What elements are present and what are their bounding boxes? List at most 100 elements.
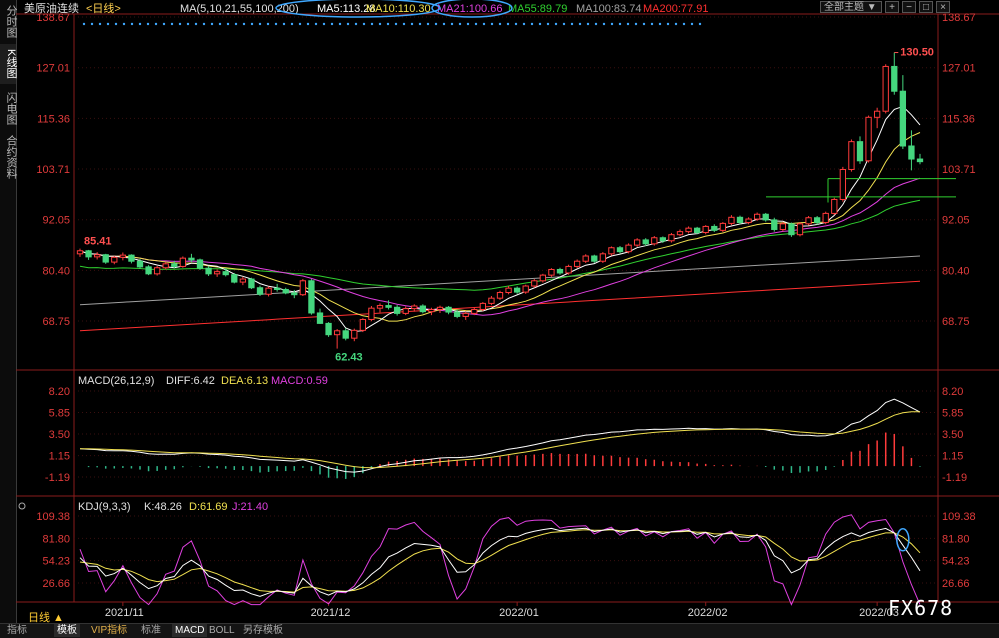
- sidebar-tab-flash[interactable]: 闪电图: [0, 88, 17, 128]
- header-dot: [562, 22, 566, 26]
- candle-body: [745, 218, 752, 224]
- sidebar-tab-kline[interactable]: K线图: [0, 44, 17, 84]
- candle-body: [85, 250, 92, 258]
- candle-body: [351, 329, 358, 339]
- header-dot: [650, 22, 654, 26]
- candle-body: [531, 280, 538, 287]
- header-dot: [618, 22, 622, 26]
- candle-body: [213, 271, 221, 275]
- candle-body: [788, 223, 795, 236]
- kdj-tick-left: 54.23: [42, 556, 70, 568]
- candle-body: [865, 116, 872, 162]
- candle-body: [685, 227, 692, 233]
- candle-body: [642, 239, 649, 245]
- header-dot: [210, 22, 214, 26]
- header-dot: [458, 22, 462, 26]
- candle-body: [711, 225, 718, 231]
- header-dot: [666, 22, 670, 26]
- candle-body: [848, 141, 855, 170]
- header-dot: [690, 22, 694, 26]
- candle-body: [488, 297, 495, 304]
- candle-body: [162, 263, 169, 269]
- candle-body: [771, 219, 778, 230]
- candle-body: [693, 227, 701, 234]
- chevron-down-icon: ▼: [866, 2, 877, 13]
- header-dot: [178, 22, 182, 26]
- header-dot: [586, 22, 590, 26]
- kdj-tick-left: 81.80: [42, 533, 70, 545]
- header-dot: [314, 22, 318, 26]
- header-dot: [322, 22, 326, 26]
- theme-dropdown[interactable]: 全部主题 ▼: [820, 1, 882, 13]
- ma-value-label: MA100:83.74: [576, 3, 641, 15]
- macd-tick-right: 1.15: [942, 451, 963, 463]
- candle-body: [179, 257, 187, 267]
- start-price-label: 85.41: [84, 236, 112, 248]
- header-dot: [546, 22, 550, 26]
- tab-save-template[interactable]: 另存模板: [240, 624, 286, 637]
- kdj-tick-right: 81.80: [942, 533, 970, 545]
- chart-series: [76, 52, 956, 606]
- candle-body: [111, 256, 118, 263]
- candle-body: [719, 222, 727, 231]
- candle-body: [608, 247, 615, 255]
- candle-body: [256, 287, 264, 295]
- price-tick-left: 80.40: [42, 265, 70, 277]
- header-dot: [338, 22, 342, 26]
- candle-body: [462, 312, 469, 317]
- candle-body: [625, 244, 632, 253]
- zoom-out-button[interactable]: −: [902, 1, 916, 13]
- tab-standard[interactable]: 标准: [138, 624, 164, 637]
- macd-value-label: MACD:0.59: [271, 375, 328, 387]
- header-dot: [442, 22, 446, 26]
- tab-macd[interactable]: MACD: [172, 624, 208, 637]
- price-tick-right: 92.05: [942, 215, 970, 227]
- sidebar-tab-timeshare[interactable]: 分时图: [0, 2, 17, 40]
- candle-body: [171, 263, 178, 267]
- candle-body: [385, 305, 392, 308]
- candle-body: [856, 141, 864, 162]
- tab-boll[interactable]: BOLL: [206, 624, 238, 637]
- header-dot: [354, 22, 358, 26]
- zoom-in-button[interactable]: +: [885, 1, 899, 13]
- candle-body: [308, 280, 315, 314]
- candle-body: [333, 330, 341, 336]
- header-dot: [466, 22, 470, 26]
- header-dot: [226, 22, 230, 26]
- sidebar-tab-contract-info[interactable]: 合约资料: [0, 132, 17, 182]
- header-dot: [298, 22, 302, 26]
- price-tick-right: 127.01: [942, 63, 976, 75]
- candle-body: [676, 231, 684, 236]
- header-dot: [98, 22, 102, 26]
- header-dot: [306, 22, 310, 26]
- ma-value-label: MA55:89.79: [508, 3, 567, 15]
- tab-vip-indicator[interactable]: VIP指标: [88, 624, 130, 637]
- header-dot: [594, 22, 598, 26]
- header-dot: [578, 22, 582, 26]
- candle-body: [505, 287, 512, 294]
- candle-body: [436, 306, 444, 310]
- close-button[interactable]: ×: [936, 1, 950, 13]
- candle-body: [891, 65, 898, 92]
- candle-body: [102, 254, 109, 263]
- restore-button[interactable]: □: [919, 1, 933, 13]
- header-dot: [122, 22, 126, 26]
- header-dot: [194, 22, 198, 26]
- header-dot: [626, 22, 630, 26]
- candle-body: [368, 307, 375, 320]
- header-dot: [274, 22, 278, 26]
- tab-template[interactable]: 模板: [54, 624, 80, 637]
- header-dot: [250, 22, 254, 26]
- candle-body: [145, 266, 152, 275]
- kline-chart[interactable]: 138.67 138.67127.01 127.01115.36 115.36103.…: [16, 0, 999, 623]
- header-dot: [346, 22, 350, 26]
- header-dot: [426, 22, 430, 26]
- candle-body: [273, 287, 281, 290]
- candle-body: [659, 237, 667, 242]
- header-dot: [82, 22, 86, 26]
- settings-icon: [18, 502, 26, 510]
- header-dot: [434, 22, 438, 26]
- tab-indicator[interactable]: 指标: [4, 624, 30, 637]
- kdj-tick-left: 109.38: [36, 511, 70, 523]
- candle-body: [376, 305, 384, 309]
